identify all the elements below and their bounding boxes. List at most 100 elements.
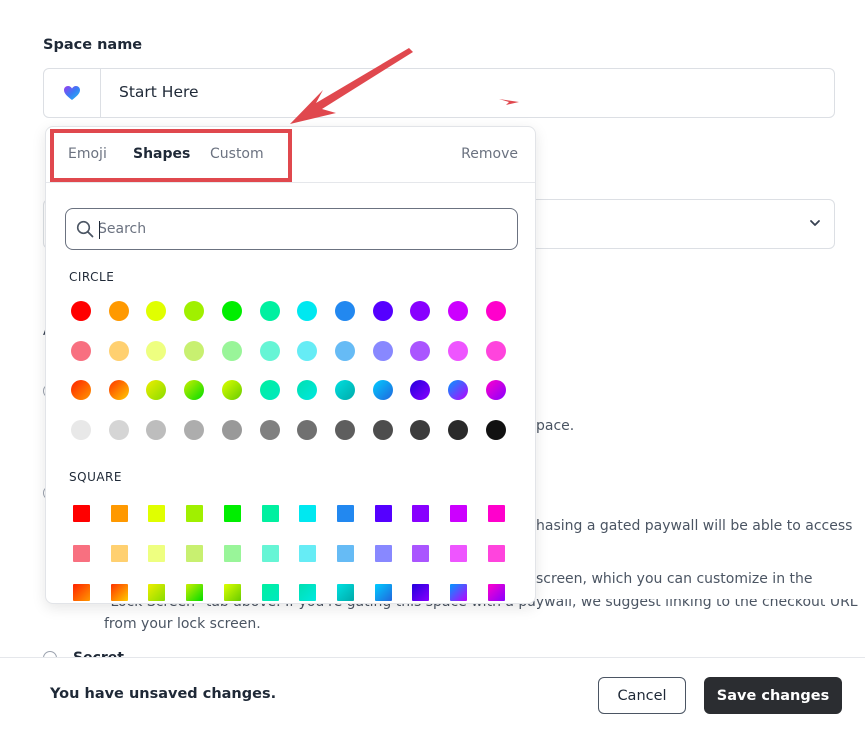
circle-swatch[interactable] xyxy=(259,420,280,441)
square-swatch[interactable] xyxy=(148,544,166,562)
circle-swatch[interactable] xyxy=(108,340,129,361)
circle-swatch[interactable] xyxy=(259,380,280,401)
circle-swatch[interactable] xyxy=(485,340,506,361)
circle-swatch[interactable] xyxy=(71,301,91,321)
square-swatch[interactable] xyxy=(261,505,279,522)
circle-swatch[interactable] xyxy=(221,380,242,401)
circle-swatch[interactable] xyxy=(71,340,91,361)
square-swatch[interactable] xyxy=(110,544,128,562)
square-swatch[interactable] xyxy=(412,584,430,602)
cancel-button[interactable]: Cancel xyxy=(598,677,686,714)
circle-swatch[interactable] xyxy=(221,301,242,321)
circle-swatch-row xyxy=(71,380,511,402)
circle-swatch[interactable] xyxy=(259,340,280,361)
square-swatch[interactable] xyxy=(487,584,505,602)
square-swatch[interactable] xyxy=(223,584,241,602)
square-swatch[interactable] xyxy=(487,505,505,522)
circle-swatch[interactable] xyxy=(146,380,167,401)
circle-swatch[interactable] xyxy=(221,340,242,361)
circle-swatch[interactable] xyxy=(334,380,355,401)
square-swatch[interactable] xyxy=(223,505,241,522)
square-swatch[interactable] xyxy=(186,544,204,562)
circle-swatch[interactable] xyxy=(334,420,355,441)
circle-swatch[interactable] xyxy=(108,380,129,401)
square-swatch[interactable] xyxy=(299,505,317,522)
square-swatch[interactable] xyxy=(336,505,354,522)
circle-swatch[interactable] xyxy=(372,420,393,441)
circle-swatch[interactable] xyxy=(372,340,393,361)
square-swatch[interactable] xyxy=(374,544,392,562)
circle-swatch[interactable] xyxy=(410,420,431,441)
square-swatch[interactable] xyxy=(412,544,430,562)
circle-swatch[interactable] xyxy=(448,301,468,321)
search-input[interactable] xyxy=(98,217,498,241)
unsaved-changes-text: You have unsaved changes. xyxy=(50,686,277,702)
square-swatch[interactable] xyxy=(336,544,354,562)
circle-swatch[interactable] xyxy=(259,301,280,321)
square-swatch[interactable] xyxy=(73,544,90,562)
circle-swatch[interactable] xyxy=(448,380,468,401)
circle-swatch[interactable] xyxy=(410,301,431,321)
square-swatch[interactable] xyxy=(73,584,90,602)
circle-swatch[interactable] xyxy=(71,420,91,441)
circle-swatch[interactable] xyxy=(334,301,355,321)
circle-swatch[interactable] xyxy=(297,301,318,321)
space-name-value[interactable]: Start Here xyxy=(119,83,199,101)
circle-swatch[interactable] xyxy=(485,380,506,401)
save-changes-button[interactable]: Save changes xyxy=(704,677,842,714)
square-swatch[interactable] xyxy=(374,505,392,522)
circle-swatch[interactable] xyxy=(146,340,167,361)
circle-swatch[interactable] xyxy=(448,340,468,361)
square-swatch[interactable] xyxy=(73,505,90,522)
circle-swatch[interactable] xyxy=(485,420,506,441)
square-swatch[interactable] xyxy=(223,544,241,562)
heart-gradient-icon xyxy=(64,86,80,100)
square-swatch[interactable] xyxy=(487,544,505,562)
square-swatch[interactable] xyxy=(450,505,467,522)
space-name-field[interactable]: Start Here xyxy=(43,68,835,118)
remove-button[interactable]: Remove xyxy=(461,146,518,162)
square-swatch[interactable] xyxy=(110,584,128,602)
circle-swatch[interactable] xyxy=(297,420,318,441)
search-field[interactable] xyxy=(65,208,518,250)
circle-swatch[interactable] xyxy=(221,420,242,441)
space-icon-button[interactable] xyxy=(44,69,101,117)
square-swatch[interactable] xyxy=(186,505,204,522)
square-swatch[interactable] xyxy=(299,584,317,602)
square-swatch[interactable] xyxy=(148,584,166,602)
circle-swatch[interactable] xyxy=(146,301,167,321)
square-swatch-row xyxy=(71,582,511,603)
background-text-3: screen, which you can customize in the xyxy=(536,571,813,587)
circle-swatch[interactable] xyxy=(334,340,355,361)
square-swatch-row xyxy=(71,503,511,525)
circle-swatch[interactable] xyxy=(184,301,205,321)
square-swatch[interactable] xyxy=(110,505,128,522)
square-swatch[interactable] xyxy=(412,505,430,522)
circle-swatch[interactable] xyxy=(71,380,91,401)
circle-swatch-row xyxy=(71,340,511,363)
square-swatch[interactable] xyxy=(299,544,317,562)
circle-swatch[interactable] xyxy=(184,380,205,401)
circle-swatch[interactable] xyxy=(372,301,393,321)
circle-swatch[interactable] xyxy=(184,340,205,361)
circle-swatch[interactable] xyxy=(297,380,318,401)
circle-swatch[interactable] xyxy=(108,420,129,441)
circle-swatch[interactable] xyxy=(297,340,318,361)
square-swatch[interactable] xyxy=(336,584,354,602)
circle-swatch[interactable] xyxy=(410,380,431,401)
square-swatch[interactable] xyxy=(148,505,166,522)
square-swatch[interactable] xyxy=(261,584,279,602)
circle-swatch[interactable] xyxy=(410,340,431,361)
circle-swatch[interactable] xyxy=(184,420,205,441)
circle-swatch[interactable] xyxy=(108,301,129,321)
circle-swatch[interactable] xyxy=(485,301,506,321)
square-swatch[interactable] xyxy=(261,544,279,562)
save-bar: You have unsaved changes. Cancel Save ch… xyxy=(0,657,865,729)
square-swatch[interactable] xyxy=(450,544,467,562)
square-swatch[interactable] xyxy=(186,584,204,602)
circle-swatch[interactable] xyxy=(372,380,393,401)
square-swatch[interactable] xyxy=(450,584,467,602)
circle-swatch[interactable] xyxy=(448,420,468,441)
circle-swatch[interactable] xyxy=(146,420,167,441)
square-swatch[interactable] xyxy=(374,584,392,602)
